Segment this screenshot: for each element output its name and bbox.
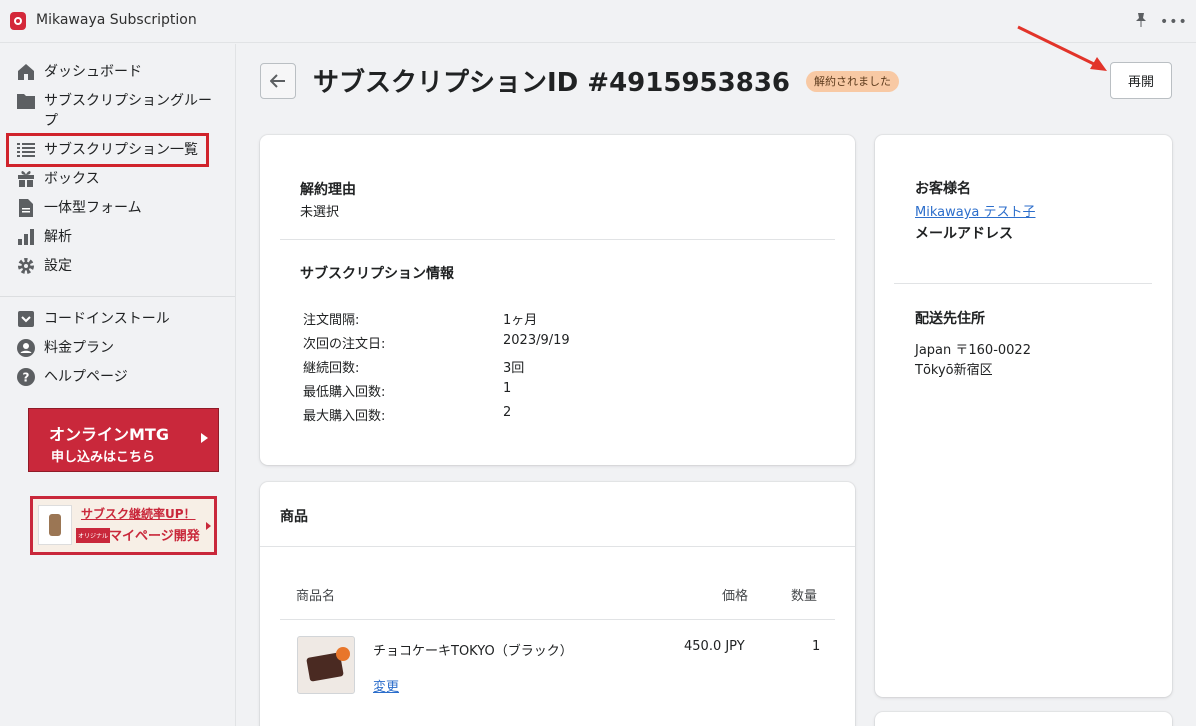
sidebar-item-box[interactable]: ボックス [16, 169, 214, 189]
chevron-right-icon [206, 522, 211, 530]
customer-name-heading: お客様名 [915, 181, 971, 197]
annotation-arrow [1017, 25, 1107, 71]
sidebar-item-label: ヘルプページ [44, 369, 128, 385]
banner-sub-subtitle: マイページ開発 [109, 529, 200, 544]
sidebar-item-label: 解析 [44, 229, 72, 245]
info-label-continuation-count: 継続回数: [303, 361, 360, 376]
online-mtg-banner[interactable]: オンラインMTG 申し込みはこちら [28, 408, 219, 472]
sidebar-item-pricing-plan[interactable]: 料金プラン [16, 338, 214, 358]
document-icon [16, 198, 36, 218]
delivery-illustration [38, 505, 72, 545]
customer-card: お客様名 Mikawaya テスト子 メールアドレス 配送先住所 Japan 〒… [875, 135, 1172, 697]
column-header-quantity: 数量 [791, 589, 818, 604]
back-button[interactable] [260, 63, 296, 99]
sidebar-item-label: コードインストール [44, 311, 170, 327]
app-logo-icon [10, 12, 26, 30]
column-header-price: 価格 [722, 589, 749, 604]
info-value-min-purchases: 1 [503, 381, 512, 396]
app-title: Mikawaya Subscription [36, 12, 197, 28]
products-card: 商品 商品名 価格 数量 チョコケーキTOKYO（ブラック） 450.0 JPY… [260, 482, 855, 726]
shipping-address-line2: Tōkyō新宿区 [915, 363, 993, 378]
info-label-min-purchases: 最低購入回数: [303, 385, 386, 400]
change-product-link[interactable]: 変更 [373, 676, 399, 695]
additional-card [875, 712, 1172, 726]
section-divider [280, 239, 835, 240]
banner-mtg-subtitle: 申し込みはこちら [51, 450, 156, 465]
banner-mtg-title: オンラインMTG [49, 425, 169, 444]
sidebar-item-subscription-groups[interactable]: サブスクリプショングループ [16, 91, 214, 131]
sidebar-item-code-install[interactable]: コードインストール [16, 309, 214, 329]
customer-name-link[interactable]: Mikawaya テスト子 [915, 201, 1036, 220]
sidebar-item-label: 料金プラン [44, 340, 114, 356]
info-label-next-order: 次回の注文日: [303, 337, 386, 352]
sidebar-item-label: ボックス [44, 171, 100, 187]
bar-chart-icon [16, 227, 36, 247]
sidebar-divider [0, 296, 235, 297]
list-icon [16, 140, 36, 160]
status-badge: 解約されました [806, 71, 899, 92]
subscription-info-heading: サブスクリプション情報 [300, 266, 454, 282]
arrow-left-icon [270, 74, 285, 88]
more-options-icon[interactable]: ••• [1160, 15, 1188, 29]
chevron-right-icon [201, 433, 208, 443]
mypage-dev-banner[interactable]: サブスク継続率UP！ オリジナル マイページ開発 [30, 496, 217, 555]
info-value-max-purchases: 2 [503, 405, 512, 420]
pin-icon[interactable] [1134, 12, 1148, 28]
product-thumbnail [297, 636, 355, 694]
info-label-max-purchases: 最大購入回数: [303, 409, 386, 424]
products-heading: 商品 [280, 509, 308, 525]
section-divider [894, 283, 1152, 284]
sidebar-item-help[interactable]: ? ヘルプページ [16, 367, 214, 387]
sidebar-item-integrated-form[interactable]: 一体型フォーム [16, 198, 214, 218]
cancellation-reason-value: 未選択 [300, 205, 340, 220]
gift-icon [16, 169, 36, 189]
column-header-name: 商品名 [296, 589, 336, 604]
section-divider [260, 546, 855, 547]
folder-icon [16, 91, 36, 111]
sidebar-item-label: 設定 [44, 258, 72, 274]
sidebar-item-settings[interactable]: 設定 [16, 256, 214, 276]
cancellation-reason-heading: 解約理由 [300, 182, 356, 198]
subscription-details-card: 解約理由 未選択 サブスクリプション情報 注文間隔: 1ヶ月 次回の注文日: 2… [260, 135, 855, 465]
download-icon [16, 309, 36, 329]
sidebar-item-label: サブスクリプショングループ [44, 93, 212, 129]
page-title: サブスクリプションID #4915953836 [313, 68, 791, 98]
shipping-address-heading: 配送先住所 [915, 311, 985, 327]
info-value-continuation-count: 3回 [503, 361, 525, 376]
sidebar-item-subscription-list[interactable]: サブスクリプション一覧 [16, 140, 214, 160]
gear-icon [16, 256, 36, 276]
sidebar-item-label: ダッシュボード [44, 64, 142, 80]
info-label-interval: 注文間隔: [303, 313, 360, 328]
product-quantity: 1 [812, 639, 821, 654]
svg-text:?: ? [23, 371, 30, 385]
help-icon: ? [16, 367, 36, 387]
product-name: チョコケーキTOKYO（ブラック） [373, 644, 573, 659]
sidebar-item-analytics[interactable]: 解析 [16, 227, 214, 247]
sidebar-item-label: 一体型フォーム [44, 200, 142, 216]
sidebar-item-dashboard[interactable]: ダッシュボード [16, 62, 214, 82]
home-icon [16, 62, 36, 82]
info-value-next-order: 2023/9/19 [503, 333, 570, 348]
info-value-interval: 1ヶ月 [503, 313, 538, 328]
shipping-address-line1: Japan 〒160-0022 [915, 343, 1031, 358]
table-header-divider [280, 619, 835, 620]
sidebar-item-label: サブスクリプション一覧 [44, 142, 198, 158]
resume-button[interactable]: 再開 [1110, 62, 1172, 99]
banner-sub-title: サブスク継続率UP！ [81, 507, 196, 521]
banner-sub-tag: オリジナル [76, 528, 111, 543]
user-icon [16, 338, 36, 358]
email-heading: メールアドレス [915, 226, 1013, 242]
product-price: 450.0 JPY [684, 639, 745, 654]
sidebar: ダッシュボード サブスクリプショングループ サブスクリプション一覧 ボックス 一… [0, 44, 236, 726]
